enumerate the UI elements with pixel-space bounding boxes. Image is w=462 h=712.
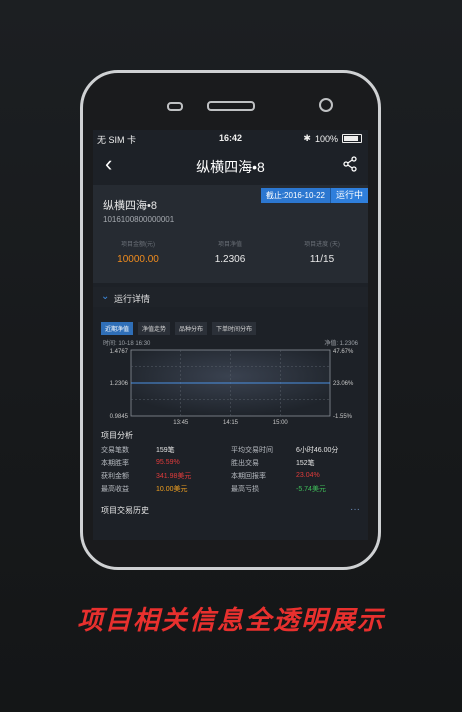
stat-value: -5.74美元	[296, 485, 326, 493]
x-tick-label: 15:00	[273, 420, 289, 426]
project-code: 1016100800000001	[103, 215, 175, 224]
metric-value: 10000.00	[117, 254, 159, 265]
metric-label: 项目净值	[217, 242, 242, 248]
earpiece-speaker	[207, 101, 255, 111]
nav-bar: ‹ 纵横四海•8	[93, 147, 368, 185]
y2-tick-label: -1.55%	[333, 414, 353, 420]
share-button[interactable]	[342, 156, 358, 177]
y-tick-label: 0.9845	[110, 414, 129, 420]
y-tick-label: 1.4767	[110, 349, 129, 355]
stat-label: 平均交易时间	[231, 446, 273, 454]
app-screen: 无 SIM 卡 16:42 ✱ 100% ‹ 纵横四海•8 截止:2016-10…	[93, 130, 368, 540]
battery-icon	[342, 134, 362, 143]
phone-frame: 无 SIM 卡 16:42 ✱ 100% ‹ 纵横四海•8 截止:2016-10…	[80, 70, 381, 570]
project-summary-card: 截止:2016-10-22 运行中 纵横四海•8 101610080000000…	[93, 185, 368, 283]
analysis-row: 交易笔数 159笔 平均交易时间 6小时46.00分	[101, 443, 363, 456]
promo-slogan: 项目相关信息全透明展示	[76, 605, 385, 635]
more-icon[interactable]: ···	[350, 504, 360, 515]
deadline-date: 截止:2016-10-22	[260, 188, 330, 203]
bluetooth-icon: ✱	[303, 133, 311, 143]
stat-label: 获利金额	[101, 472, 129, 480]
x-tick-label: 13:45	[173, 420, 189, 426]
metric-nav: 项目净值 1.2306	[185, 239, 275, 265]
stat-label: 本期胜率	[101, 459, 129, 467]
status-badge: 截止:2016-10-22 运行中	[260, 188, 368, 203]
share-icon	[343, 156, 357, 172]
y2-tick-label: 23.06%	[333, 381, 354, 387]
metric-value: 11/15	[309, 254, 335, 265]
analysis-row: 本期胜率 95.59% 胜出交易 152笔	[101, 456, 363, 469]
metric-progress: 项目进度 (天) 11/15	[277, 239, 367, 265]
stat-label: 最高收益	[101, 485, 129, 493]
battery-percent: 100%	[314, 133, 338, 144]
y2-tick-label: 47.67%	[333, 349, 354, 355]
x-tick-label: 14:15	[223, 420, 239, 426]
analysis-grid: 交易笔数 159笔 平均交易时间 6小时46.00分 本期胜率 95.59% 胜…	[101, 443, 363, 495]
stat-label: 最高亏损	[231, 485, 259, 493]
y-tick-label: 1.2306	[110, 381, 129, 387]
nav-chart-svg: 13:45 14:15 15:00 1.4767 1.2306 0.9845 47.67% 2…	[110, 349, 354, 426]
stat-value: 6小时46.00分	[296, 446, 339, 454]
running-state: 运行中	[329, 188, 368, 203]
metric-value: 1.2306	[214, 254, 246, 265]
stat-value: 10.00美元	[156, 485, 188, 493]
stat-value: 341.98美元	[156, 472, 192, 480]
trade-history-title[interactable]: 项目交易历史	[101, 505, 149, 516]
section-header-run-details[interactable]: ⌄ 运行详情	[93, 287, 368, 307]
sensor	[167, 102, 183, 111]
stat-label: 交易笔数	[101, 446, 129, 454]
stat-value: 159笔	[156, 446, 175, 454]
status-bar: 无 SIM 卡 16:42 ✱ 100%	[93, 130, 368, 147]
analysis-row: 获利金额 341.98美元 本期回报率 23.04%	[101, 469, 363, 482]
tab-recent-nav[interactable]: 近期净值	[101, 322, 134, 335]
tab-order-time-distribution[interactable]: 下单时间分布	[212, 322, 257, 335]
stat-label: 本期回报率	[231, 472, 266, 480]
analysis-row: 最高收益 10.00美元 最高亏损 -5.74美元	[101, 482, 363, 495]
front-camera	[319, 98, 333, 112]
nav-chart: 13:45 14:15 15:00 1.4767 1.2306 0.9845 47.67% 2…	[93, 346, 368, 426]
chevron-down-icon: ⌄	[101, 291, 110, 302]
tab-nav-trend[interactable]: 净值走势	[138, 322, 171, 335]
chart-tabs: 近期净值 净值走势 品种分布 下单时间分布	[101, 322, 257, 335]
page-title: 纵横四海•8	[196, 159, 265, 175]
stat-value: 23.04%	[296, 472, 320, 479]
stat-value: 152笔	[296, 459, 315, 467]
tab-product-distribution[interactable]: 品种分布	[175, 322, 208, 335]
stat-value: 95.59%	[156, 459, 180, 466]
stat-label: 胜出交易	[231, 459, 259, 467]
metric-label: 项目进度 (天)	[304, 242, 340, 248]
section-title: 运行详情	[114, 294, 151, 304]
metric-label: 项目金额(元)	[121, 242, 155, 248]
analysis-title: 项目分析	[101, 431, 133, 440]
metric-amount: 项目金额(元) 10000.00	[93, 239, 183, 265]
project-name: 纵横四海•8	[103, 200, 157, 212]
